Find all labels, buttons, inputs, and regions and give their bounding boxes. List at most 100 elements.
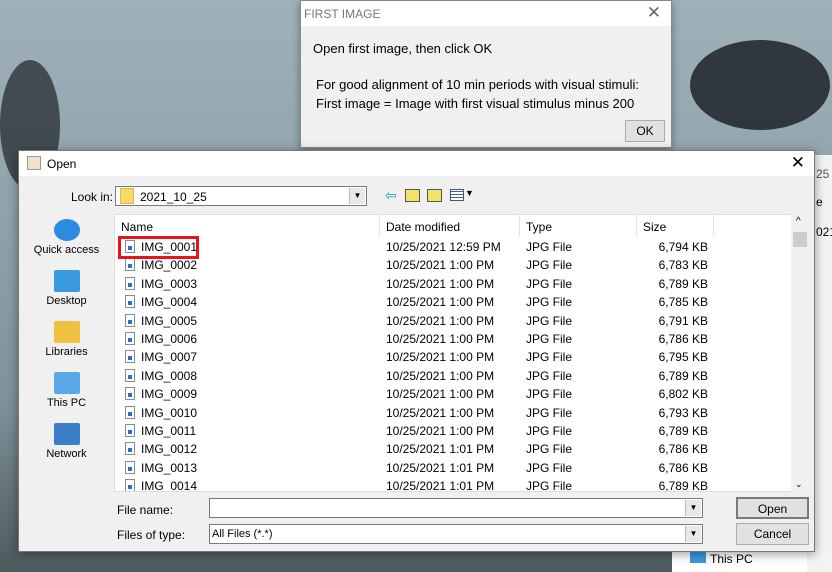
place-label: Quick access [33, 244, 100, 256]
folder-icon [120, 188, 134, 204]
highlight-box [118, 236, 199, 259]
title-bar: FIRST IMAGE ✕ [301, 1, 671, 26]
place-label: Libraries [45, 346, 88, 358]
image-file-icon [125, 387, 135, 401]
file-row[interactable]: IMG_0001 10/25/2021 12:59 PM JPG File 6,… [115, 238, 715, 256]
network-icon [53, 423, 80, 445]
column-type[interactable]: Type [520, 215, 637, 237]
scrollbar[interactable]: ^ ⌄ [791, 214, 809, 492]
up-folder-icon[interactable] [405, 189, 420, 202]
ok-button[interactable]: OK [625, 120, 665, 142]
dialog-title: Open [47, 157, 77, 171]
back-icon[interactable]: ⇦ [385, 187, 397, 204]
image-file-icon [125, 442, 135, 456]
file-name: IMG_0004 [141, 295, 198, 310]
view-menu-icon[interactable] [450, 189, 464, 201]
file-size: 6,789 KB [658, 276, 708, 291]
column-date[interactable]: Date modified [380, 215, 520, 237]
file-row[interactable]: IMG_0003 10/25/2021 1:00 PM JPG File 6,7… [115, 275, 715, 293]
file-name: IMG_0003 [141, 276, 198, 291]
image-file-icon [125, 479, 135, 491]
file-row[interactable]: IMG_0007 10/25/2021 1:00 PM JPG File 6,7… [115, 348, 715, 366]
dialog-title: FIRST IMAGE [304, 7, 381, 21]
file-name: IMG_0011 [141, 424, 197, 438]
file-row[interactable]: IMG_0014 10/25/2021 1:01 PM JPG File 6,7… [115, 477, 715, 492]
scroll-thumb[interactable] [793, 232, 807, 247]
file-row[interactable]: IMG_0013 10/25/2021 1:01 PM JPG File 6,7… [115, 459, 715, 477]
place-network[interactable]: Network [29, 423, 104, 460]
file-type: JPG File [526, 240, 573, 254]
file-type: JPG File [526, 479, 573, 492]
file-size: 6,793 KB [658, 405, 708, 420]
scroll-up-icon[interactable]: ^ [796, 216, 801, 227]
file-row[interactable]: IMG_0006 10/25/2021 1:00 PM JPG File 6,7… [115, 330, 715, 348]
new-folder-icon[interactable] [427, 189, 442, 202]
place-libraries[interactable]: Libraries [29, 321, 104, 358]
sort-up-icon: ^ [239, 214, 245, 221]
image-file-icon [125, 276, 135, 290]
file-date: 10/25/2021 1:00 PM [386, 276, 495, 291]
close-button[interactable]: ✕ [791, 153, 805, 173]
look-in-label: Look in: [71, 190, 114, 204]
chevron-down-icon[interactable]: ▼ [685, 526, 701, 542]
files-of-type-label: Files of type: [117, 528, 186, 542]
file-name: IMG_0010 [141, 405, 198, 420]
file-date: 10/25/2021 1:00 PM [386, 350, 495, 365]
image-file-icon [125, 368, 135, 382]
computer-icon [53, 372, 80, 394]
file-list[interactable]: Name ^ Date modified Type Size IMG_0001 … [114, 214, 809, 492]
file-type: JPG File [526, 332, 573, 346]
scroll-down-icon[interactable]: ⌄ [795, 479, 803, 490]
place-desktop[interactable]: Desktop [29, 270, 104, 307]
this-pc-item[interactable]: This PC [710, 552, 753, 566]
place-quick-access[interactable]: Quick access [29, 219, 104, 256]
image-file-icon [125, 332, 135, 345]
image-file-icon [125, 295, 135, 309]
file-name: IMG_0012 [141, 442, 198, 457]
file-name: IMG_0009 [141, 387, 198, 402]
column-name[interactable]: Name [115, 215, 380, 237]
open-button[interactable]: Open [736, 497, 809, 519]
file-size: 6,794 KB [658, 240, 708, 254]
image-file-icon [125, 460, 135, 474]
place-this-pc[interactable]: This PC [29, 372, 104, 409]
column-size[interactable]: Size [637, 215, 714, 237]
file-row[interactable]: IMG_0005 10/25/2021 1:00 PM JPG File 6,7… [115, 312, 715, 330]
chevron-down-icon[interactable]: ▼ [465, 188, 474, 198]
chevron-down-icon[interactable]: ▼ [685, 500, 701, 516]
file-type: JPG File [526, 350, 573, 365]
computer-icon [690, 552, 706, 563]
close-button[interactable]: ✕ [647, 3, 661, 23]
star-icon [53, 219, 80, 241]
look-in-combo[interactable]: 2021_10_25 ▼ [115, 186, 367, 206]
file-row[interactable]: IMG_0012 10/25/2021 1:01 PM JPG File 6,7… [115, 440, 715, 458]
file-size: 6,802 KB [658, 387, 708, 402]
file-size: 6,786 KB [658, 442, 708, 457]
file-row[interactable]: IMG_0008 10/25/2021 1:00 PM JPG File 6,7… [115, 367, 715, 385]
place-label: Desktop [46, 295, 87, 307]
file-size: 6,786 KB [658, 332, 708, 346]
file-row[interactable]: IMG_0010 10/25/2021 1:00 PM JPG File 6,7… [115, 404, 715, 422]
java-icon [27, 156, 41, 170]
file-row[interactable]: IMG_0004 10/25/2021 1:00 PM JPG File 6,7… [115, 293, 715, 311]
file-type: JPG File [526, 424, 573, 438]
files-of-type-select[interactable]: All Files (*.*) ▼ [209, 524, 703, 544]
title-bar: Open ✕ [19, 151, 814, 176]
file-date: 10/25/2021 1:00 PM [386, 258, 495, 273]
file-row[interactable]: IMG_0011 10/25/2021 1:00 PM JPG File 6,7… [115, 422, 715, 440]
file-size: 6,789 KB [658, 479, 708, 492]
place-label: Network [46, 448, 87, 460]
file-row[interactable]: IMG_0002 10/25/2021 1:00 PM JPG File 6,7… [115, 256, 715, 274]
file-name-input[interactable]: ▼ [209, 498, 703, 518]
image-file-icon [125, 350, 135, 364]
file-type: JPG File [526, 442, 573, 457]
chevron-down-icon[interactable]: ▼ [349, 188, 365, 204]
file-row[interactable]: IMG_0009 10/25/2021 1:00 PM JPG File 6,8… [115, 385, 715, 403]
file-name-label: File name: [117, 503, 174, 517]
background-bird [690, 40, 830, 130]
file-type: JPG File [526, 295, 573, 310]
look-in-value: 2021_10_25 [140, 190, 207, 204]
file-name: IMG_0008 [141, 368, 198, 383]
file-type: JPG File [526, 387, 573, 402]
cancel-button[interactable]: Cancel [736, 523, 809, 545]
